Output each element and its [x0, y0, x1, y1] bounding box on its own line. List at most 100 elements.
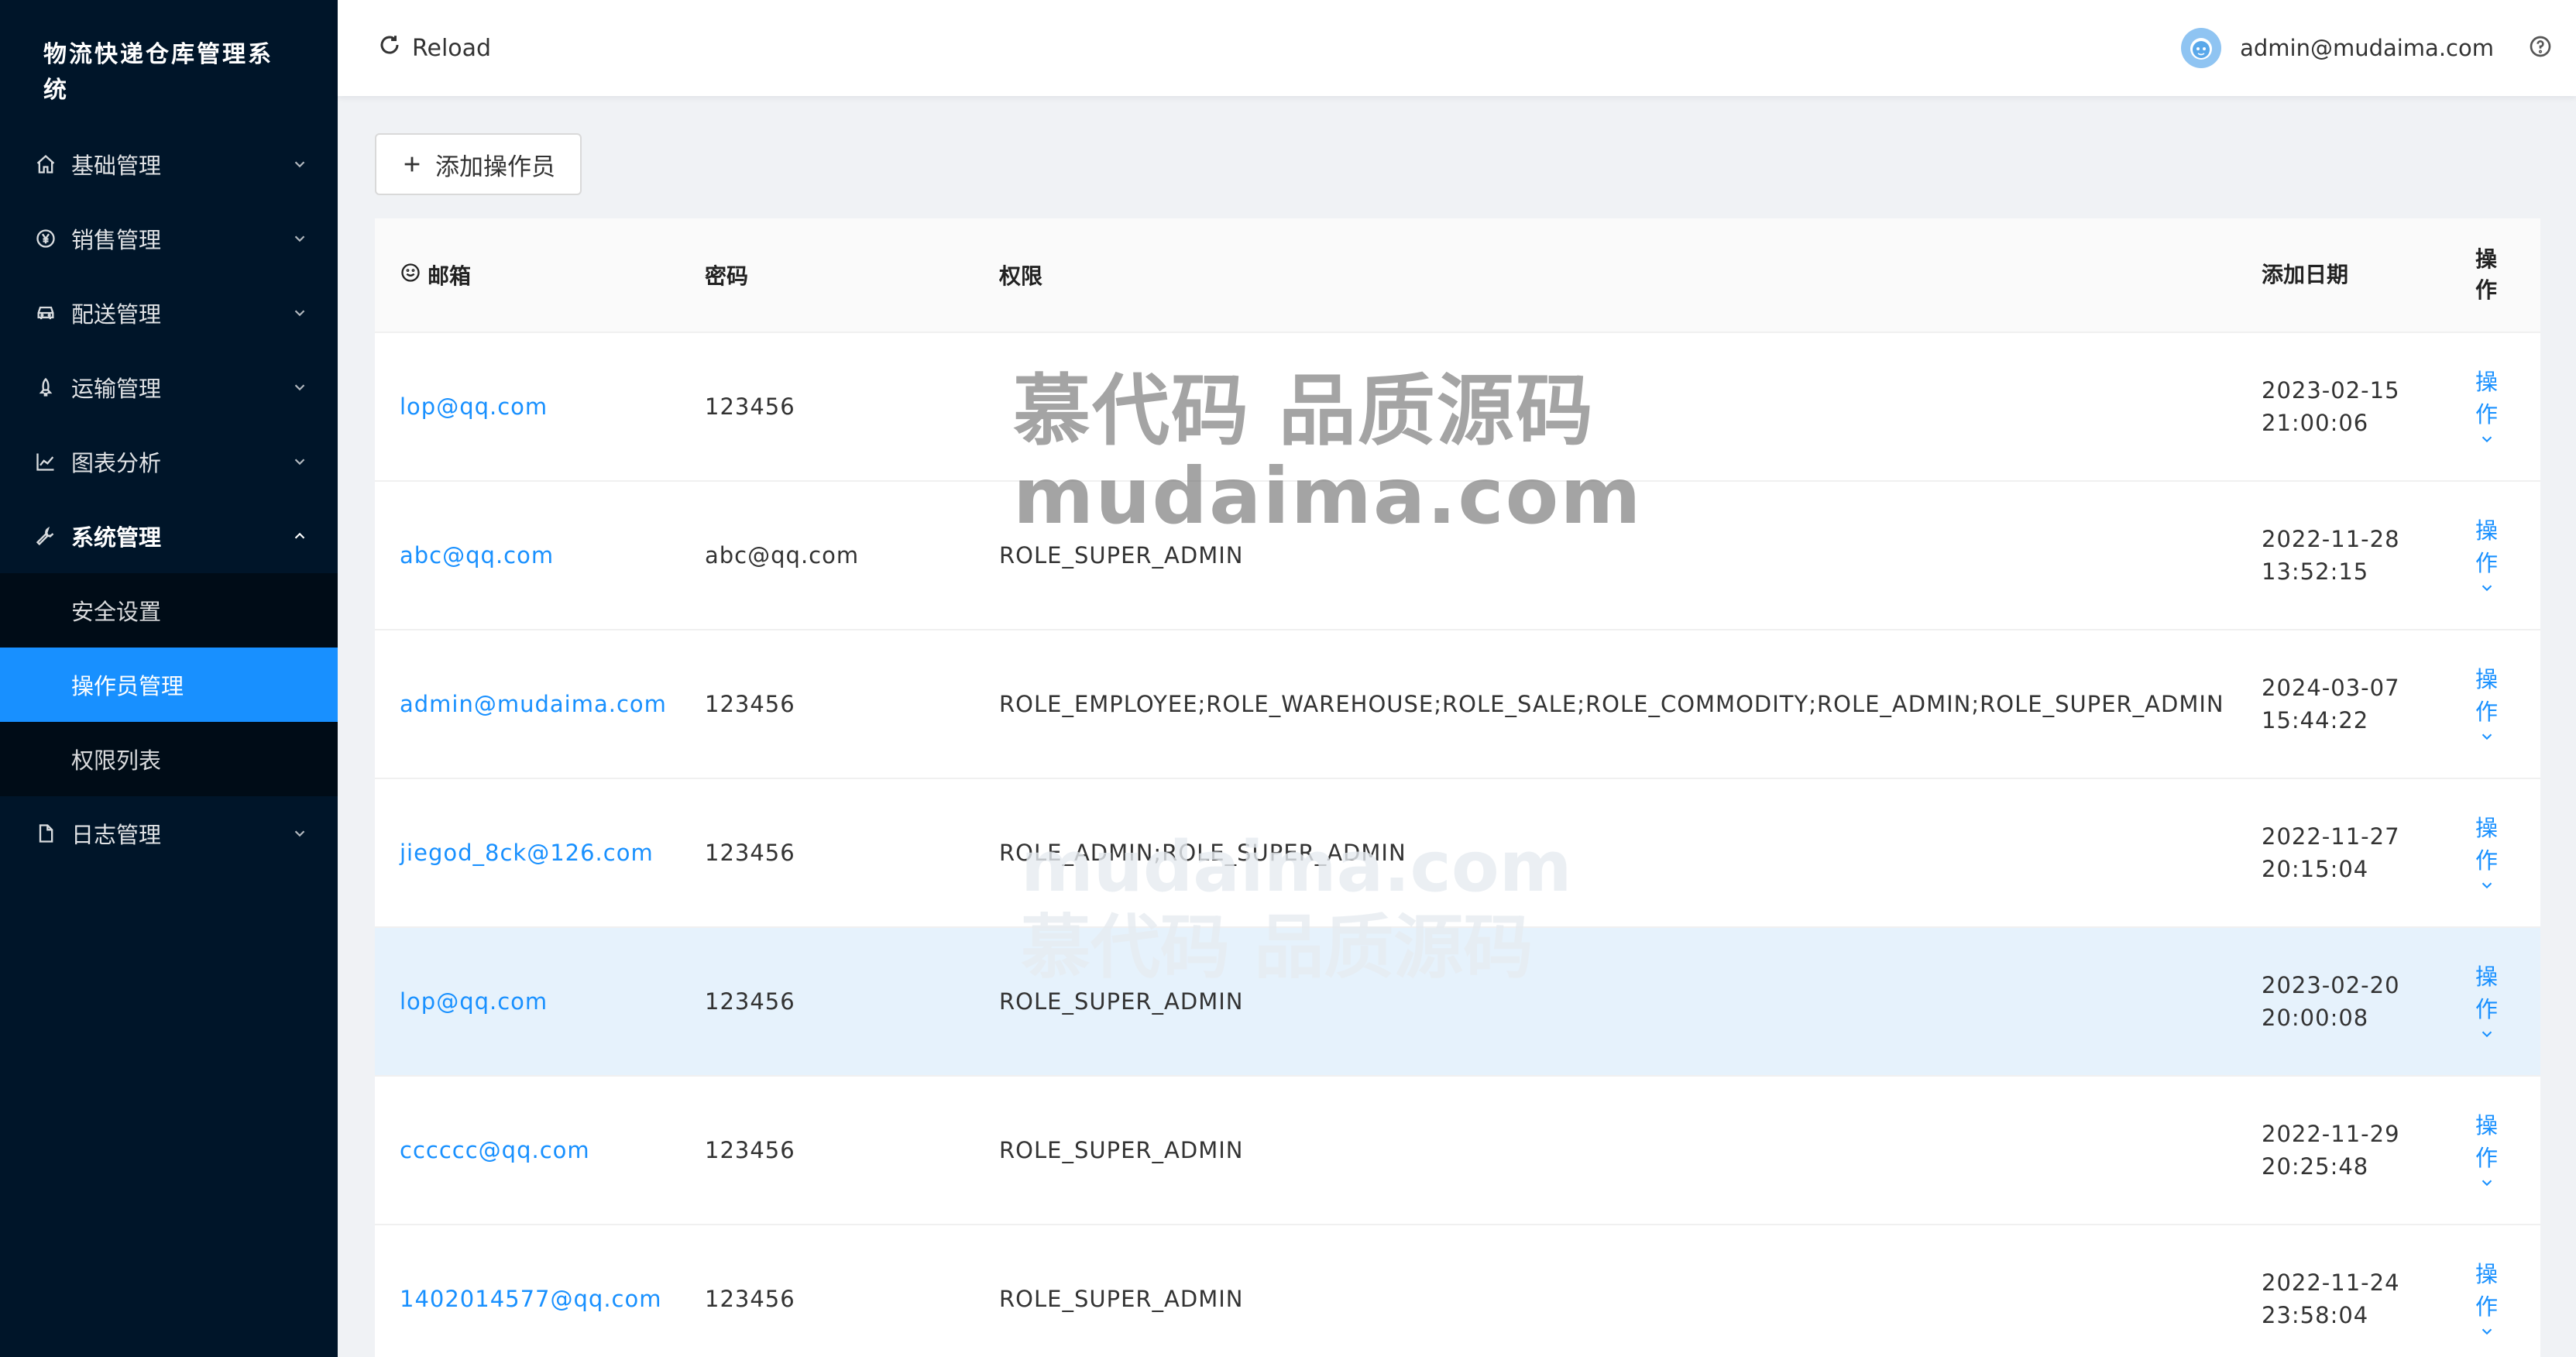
help-icon[interactable] — [2528, 34, 2553, 62]
op-label-line2: 作 — [2475, 401, 2499, 428]
tool-icon — [33, 523, 59, 549]
chevron-down-icon — [2482, 1031, 2492, 1038]
sidebar-item-label: 运输管理 — [71, 376, 162, 402]
table-row: jiegod_8ck@126.com 123456 ROLE_ADMIN;ROL… — [375, 779, 2540, 928]
column-header-op-line1: 操 — [2475, 246, 2498, 272]
row-email-link[interactable]: lop@qq.com — [400, 988, 548, 1015]
sidebar-item-charts[interactable]: 图表分析 — [0, 424, 338, 499]
row-operation-dropdown[interactable]: 操作 — [2475, 663, 2540, 745]
car-icon — [33, 300, 59, 326]
chevron-up-icon — [291, 527, 308, 545]
home-icon — [33, 151, 59, 177]
row-operation-dropdown[interactable]: 操作 — [2475, 514, 2540, 596]
table-row-hovered: lop@qq.com 123456 ROLE_SUPER_ADMIN 2023-… — [375, 928, 2540, 1077]
sidebar-item-permission-list[interactable]: 权限列表 — [0, 722, 338, 796]
table-row: cccccc@qq.com 123456 ROLE_SUPER_ADMIN 20… — [375, 1077, 2540, 1225]
row-date-time: 23:58:04 — [2262, 1302, 2369, 1328]
sidebar-item-delivery[interactable]: 配送管理 — [0, 276, 338, 350]
sidebar-item-system[interactable]: 系统管理 — [0, 499, 338, 573]
chevron-down-icon — [291, 453, 308, 470]
row-email-link[interactable]: abc@qq.com — [400, 542, 554, 569]
row-date: 2022-11-29 20:25:48 — [2237, 1118, 2451, 1183]
avatar[interactable] — [2181, 28, 2222, 68]
system-submenu: 安全设置 操作员管理 权限列表 — [0, 573, 338, 796]
op-label-line2: 作 — [2475, 1145, 2499, 1171]
op-label-line1: 操 — [2475, 666, 2499, 692]
row-role: ROLE_SUPER_ADMIN — [999, 1137, 1244, 1163]
row-role: ROLE_EMPLOYEE;ROLE_WAREHOUSE;ROLE_SALE;R… — [999, 691, 2224, 717]
row-date-day: 2022-11-28 — [2262, 526, 2400, 552]
row-password: 123456 — [705, 988, 795, 1015]
reload-icon — [378, 33, 412, 63]
chevron-down-icon — [291, 230, 308, 247]
app-root: 物流快递仓库管理系统 基础管理 销售管理 配送管理 运输管理 图表分析 系统管理… — [0, 0, 2576, 1357]
sidebar-item-label: 系统管理 — [71, 524, 162, 551]
column-header-email: 邮箱 — [375, 259, 680, 290]
sidebar-item-sales[interactable]: 销售管理 — [0, 201, 338, 276]
row-date: 2024-03-07 15:44:22 — [2237, 672, 2451, 737]
row-date-day: 2024-03-07 — [2262, 675, 2400, 701]
row-email-link[interactable]: 1402014577@qq.com — [400, 1286, 661, 1312]
row-role: ROLE_ADMIN;ROLE_SUPER_ADMIN — [999, 840, 1406, 866]
row-password: 123456 — [705, 840, 795, 866]
row-operation-dropdown[interactable]: 操作 — [2475, 1258, 2540, 1340]
chevron-down-icon — [2482, 1180, 2492, 1187]
sidebar-item-logs[interactable]: 日志管理 — [0, 796, 338, 871]
op-label-line2: 作 — [2475, 996, 2499, 1022]
row-date: 2022-11-27 20:15:04 — [2237, 820, 2451, 885]
table-header: 邮箱 密码 权限 添加日期 操 作 — [375, 218, 2540, 333]
row-password: 123456 — [705, 1137, 795, 1163]
row-date-time: 15:44:22 — [2262, 707, 2369, 733]
sidebar-item-label: 图表分析 — [71, 450, 162, 476]
sidebar-item-operator-management[interactable]: 操作员管理 — [0, 648, 338, 722]
row-email-link[interactable]: admin@mudaima.com — [400, 691, 667, 717]
chevron-down-icon — [2482, 882, 2492, 889]
rocket-icon — [33, 374, 59, 400]
chevron-down-icon — [2482, 585, 2492, 592]
line-chart-icon — [33, 448, 59, 475]
chevron-down-icon — [291, 304, 308, 321]
add-operator-button[interactable]: 添加操作员 — [375, 133, 582, 195]
row-email-link[interactable]: cccccc@qq.com — [400, 1137, 590, 1163]
row-date: 2022-11-24 23:58:04 — [2237, 1266, 2451, 1331]
chevron-down-icon — [2482, 733, 2492, 740]
row-date-day: 2023-02-20 — [2262, 972, 2400, 998]
column-header-operation: 操 作 — [2451, 244, 2540, 306]
row-operation-dropdown[interactable]: 操作 — [2475, 1109, 2540, 1191]
row-date-day: 2022-11-24 — [2262, 1269, 2400, 1296]
op-label-line2: 作 — [2475, 550, 2499, 576]
chevron-down-icon — [291, 825, 308, 842]
row-password: 123456 — [705, 1286, 795, 1312]
column-header-op-line2: 作 — [2475, 277, 2498, 303]
op-label-line1: 操 — [2475, 1112, 2499, 1139]
row-email-link[interactable]: jiegod_8ck@126.com — [400, 840, 654, 866]
row-date-time: 20:00:08 — [2262, 1005, 2369, 1031]
row-operation-dropdown[interactable]: 操作 — [2475, 960, 2540, 1043]
row-date-day: 2022-11-29 — [2262, 1121, 2400, 1147]
row-operation-dropdown[interactable]: 操作 — [2475, 366, 2540, 448]
yen-icon — [33, 225, 59, 252]
table-row: admin@mudaima.com 123456 ROLE_EMPLOYEE;R… — [375, 630, 2540, 779]
row-date: 2022-11-28 13:52:15 — [2237, 523, 2451, 588]
row-email-link[interactable]: lop@qq.com — [400, 393, 548, 420]
sidebar-item-basic[interactable]: 基础管理 — [0, 127, 338, 201]
chevron-down-icon — [2482, 436, 2492, 443]
main-content: 添加操作员 邮箱 密码 权限 添加日期 操 作 lop@qq.com 12345… — [375, 133, 2540, 1357]
chevron-down-icon — [291, 379, 308, 396]
row-role: ROLE_SUPER_ADMIN — [999, 1286, 1244, 1312]
chevron-down-icon — [291, 156, 308, 173]
row-operation-dropdown[interactable]: 操作 — [2475, 812, 2540, 894]
user-email[interactable]: admin@mudaima.com — [2240, 35, 2494, 61]
reload-button[interactable]: Reload — [378, 33, 491, 63]
header-right: admin@mudaima.com — [2181, 28, 2553, 68]
row-date-day: 2022-11-27 — [2262, 823, 2400, 850]
table-row: 1402014577@qq.com 123456 ROLE_SUPER_ADMI… — [375, 1225, 2540, 1357]
row-date-time: 13:52:15 — [2262, 558, 2369, 585]
row-role: ROLE_SUPER_ADMIN — [999, 988, 1244, 1015]
op-label-line1: 操 — [2475, 1261, 2499, 1287]
column-header-date: 添加日期 — [2262, 262, 2349, 287]
sidebar-item-label: 日志管理 — [71, 822, 162, 848]
sidebar-item-transport[interactable]: 运输管理 — [0, 350, 338, 424]
sidebar-item-security-settings[interactable]: 安全设置 — [0, 573, 338, 648]
column-header-password: 密码 — [705, 263, 749, 289]
